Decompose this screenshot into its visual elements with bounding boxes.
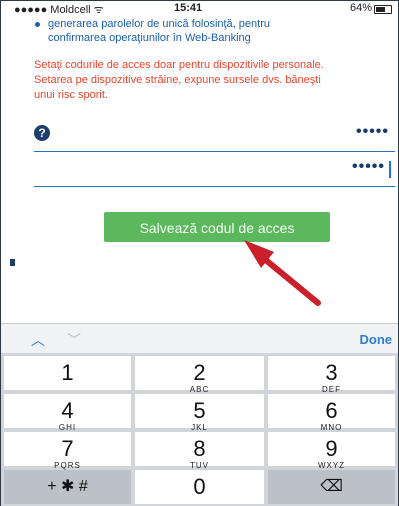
key-9[interactable]: 9 WXYZ xyxy=(268,432,395,470)
delete-key[interactable]: ⌫ xyxy=(268,470,395,504)
done-button[interactable]: Done xyxy=(360,332,393,347)
previous-field-chevron-up-icon[interactable]: ︿ xyxy=(31,330,45,350)
key-0[interactable]: 0 xyxy=(135,470,264,504)
next-field-chevron-down-icon[interactable]: ﹀ xyxy=(67,330,81,350)
numeric-keypad: 1 2 ABC 3 DEF 4 GHI 5 JKL 6 MNO 7 PQRS 8… xyxy=(1,353,398,506)
key-1[interactable]: 1 xyxy=(4,356,131,390)
delete-backspace-icon: ⌫ xyxy=(320,478,343,495)
keyboard-accessory-bar: ︿ ﹀ Done xyxy=(1,323,398,354)
key-7[interactable]: 7 PQRS xyxy=(4,432,131,470)
key-2[interactable]: 2 ABC xyxy=(135,356,264,394)
key-symbols[interactable]: + ✱ # xyxy=(4,470,131,504)
key-5[interactable]: 5 JKL xyxy=(135,394,264,432)
key-3[interactable]: 3 DEF xyxy=(268,356,395,394)
key-8[interactable]: 8 TUV xyxy=(135,432,264,470)
side-marker xyxy=(10,259,15,266)
key-6[interactable]: 6 MNO xyxy=(268,394,395,432)
key-4[interactable]: 4 GHI xyxy=(4,394,131,432)
